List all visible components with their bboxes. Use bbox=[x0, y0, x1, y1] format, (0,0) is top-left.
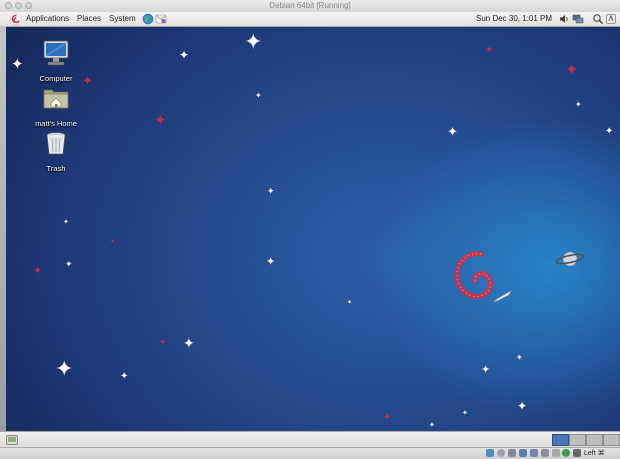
star: ✦ bbox=[462, 410, 468, 417]
computer-icon bbox=[43, 40, 69, 66]
optical-drive-icon[interactable] bbox=[497, 449, 505, 457]
star: ✦ bbox=[429, 422, 435, 429]
desktop-icon-home[interactable]: matt's Home bbox=[26, 83, 86, 128]
star: ✦ bbox=[65, 259, 73, 269]
places-menu[interactable]: Places bbox=[77, 12, 101, 26]
star: ✦ bbox=[159, 337, 167, 347]
star: ✦ bbox=[11, 56, 24, 73]
star: ✦ bbox=[266, 256, 276, 268]
search-icon[interactable] bbox=[592, 13, 604, 25]
shutdown-icon[interactable] bbox=[605, 13, 617, 25]
workspace-4[interactable] bbox=[603, 434, 620, 446]
web-browser-icon[interactable] bbox=[142, 13, 154, 25]
star: ✦ bbox=[244, 29, 263, 54]
applications-menu[interactable]: Applications bbox=[26, 12, 69, 26]
desktop-icon-computer[interactable]: Computer bbox=[26, 38, 86, 83]
star: ✦ bbox=[55, 356, 74, 381]
vbox-status-bar: Left ⌘ bbox=[0, 447, 620, 459]
star: ✦ bbox=[517, 399, 528, 413]
star: ✦ bbox=[383, 412, 392, 423]
star: ✦ bbox=[255, 91, 262, 100]
network-adapter-icon[interactable] bbox=[530, 449, 538, 457]
desktop-icon-label: matt's Home bbox=[35, 119, 77, 128]
mouse-integration-icon[interactable] bbox=[573, 449, 581, 457]
top-panel: Applications Places System Sun Dec 30, 1… bbox=[0, 12, 620, 27]
window-list[interactable] bbox=[22, 434, 550, 446]
star: ✦ bbox=[565, 62, 579, 79]
clock[interactable]: Sun Dec 30, 1:01 PM bbox=[476, 12, 552, 26]
star: ✦ bbox=[110, 239, 116, 245]
workspace-3[interactable] bbox=[586, 434, 603, 446]
planet-icon bbox=[555, 251, 585, 267]
desktop-icon-label: Computer bbox=[39, 74, 73, 83]
desktop-icon-label: Trash bbox=[46, 164, 66, 173]
star: ✦ bbox=[154, 112, 167, 129]
star: ✦ bbox=[605, 126, 614, 137]
star: ✦ bbox=[33, 265, 43, 277]
shared-folders-icon[interactable] bbox=[519, 449, 527, 457]
bottom-panel bbox=[0, 431, 620, 448]
star: ✦ bbox=[485, 45, 494, 56]
star: ✦ bbox=[179, 48, 190, 62]
volume-icon[interactable] bbox=[558, 13, 570, 25]
system-menu[interactable]: System bbox=[109, 12, 136, 26]
hard-disk-icon[interactable] bbox=[486, 449, 494, 457]
debian-logo-icon[interactable] bbox=[10, 13, 22, 25]
star: ✦ bbox=[120, 371, 129, 382]
mail-client-icon[interactable] bbox=[155, 13, 167, 25]
desktop-background[interactable]: Computer matt's Home Trash ✦ ✦ ✦ ✦ ✦ ✦ ✦… bbox=[6, 27, 620, 431]
star: ✦ bbox=[82, 73, 93, 88]
star: ✦ bbox=[516, 353, 523, 362]
home-folder-icon bbox=[43, 89, 69, 109]
workspace-2[interactable] bbox=[569, 434, 586, 446]
show-desktop-icon[interactable] bbox=[6, 434, 18, 446]
usb-icon[interactable] bbox=[508, 449, 516, 457]
rocket-icon bbox=[493, 290, 512, 302]
window-title: Debian 64bit [Running] bbox=[269, 1, 351, 10]
display-icon[interactable] bbox=[541, 449, 549, 457]
virtualization-icon[interactable] bbox=[562, 449, 570, 457]
star: ✦ bbox=[447, 124, 458, 139]
workspace-1[interactable] bbox=[552, 434, 569, 446]
star: ✦ bbox=[183, 335, 195, 351]
star: ✦ bbox=[63, 219, 69, 226]
star: ✦ bbox=[481, 364, 491, 376]
star: ✦ bbox=[575, 100, 582, 109]
video-capture-icon[interactable] bbox=[552, 449, 560, 457]
network-icon[interactable] bbox=[572, 13, 584, 25]
star: ✦ bbox=[267, 186, 275, 196]
trash-icon bbox=[46, 132, 66, 155]
star: ✦ bbox=[347, 300, 353, 306]
host-key-label: Left ⌘ bbox=[584, 450, 605, 457]
desktop-icon-trash[interactable]: Trash bbox=[26, 128, 86, 173]
